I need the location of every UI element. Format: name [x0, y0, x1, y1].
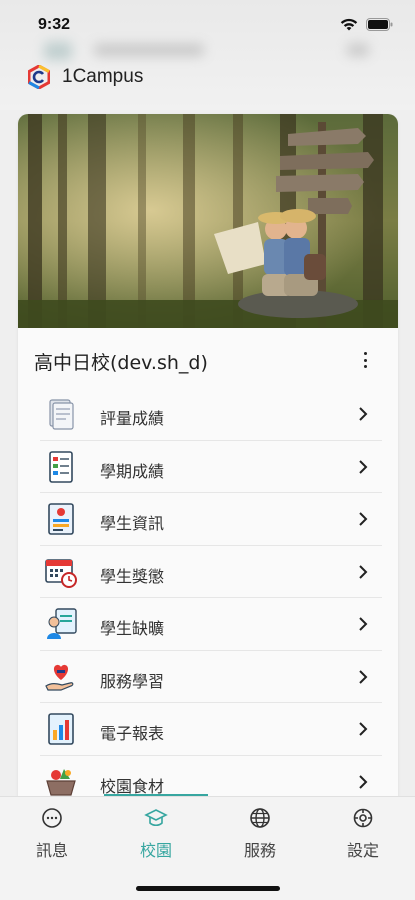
chevron-right-icon: [359, 774, 368, 789]
chevron-right-icon: [359, 459, 368, 474]
chevron-right-icon: [359, 564, 368, 579]
tab-label: 校園: [139, 841, 172, 860]
graduation-cap-icon: [144, 809, 168, 827]
battery-icon: [366, 18, 393, 31]
menu-item-student-attendance[interactable]: 學生缺曠: [40, 598, 382, 651]
app-logo-icon: [28, 65, 50, 89]
school-header: 高中日校(dev.sh_d): [18, 328, 398, 388]
campus-menu-list: 評量成績 學期成績 學生資訊 學生獎懲 學生缺曠 服務學習 電子報表 校園食材: [18, 388, 398, 808]
menu-item-label: 學期成績: [100, 461, 165, 481]
tab-label: 服務: [243, 841, 276, 860]
chevron-right-icon: [359, 512, 368, 526]
menu-item-semester-scores[interactable]: 學期成績: [40, 441, 382, 493]
calendar-clock-icon: [45, 558, 77, 588]
status-bar: 9:32: [0, 0, 415, 46]
menu-item-label: 電子報表: [100, 724, 165, 743]
exam-paper-icon: [49, 399, 74, 430]
student-id-card-icon: [48, 503, 74, 535]
globe-icon: [250, 808, 270, 828]
menu-item-label: 學生缺曠: [100, 619, 165, 638]
tab-label: 設定: [346, 841, 379, 860]
menu-item-label: 學生獎懲: [100, 566, 165, 586]
tab-campus[interactable]: 校園: [104, 807, 208, 861]
menu-item-label: 校園食材: [100, 776, 165, 796]
status-icons: [340, 18, 393, 31]
app-header: 1Campus: [28, 64, 143, 90]
active-tab-indicator: [104, 794, 208, 796]
status-time: 9:32: [38, 16, 71, 33]
tab-settings[interactable]: 設定: [311, 807, 415, 861]
menu-item-exam-scores[interactable]: 評量成績: [40, 388, 382, 441]
chevron-right-icon: [359, 617, 368, 631]
chevron-right-icon: [359, 722, 368, 736]
menu-item-student-rewards[interactable]: 學生獎懲: [40, 546, 382, 598]
menu-item-label: 服務學習: [100, 671, 165, 691]
school-name: 高中日校(dev.sh_d): [34, 352, 208, 374]
tab-messages[interactable]: 訊息: [0, 807, 104, 861]
gear-icon: [353, 808, 373, 828]
chevron-right-icon: [359, 407, 368, 421]
tab-label: 訊息: [35, 841, 68, 860]
heart-hand-icon: [45, 664, 74, 691]
menu-item-label: 評量成績: [100, 409, 165, 428]
menu-item-label: 學生資訊: [100, 514, 165, 533]
hero-image: [18, 114, 398, 328]
student-attendance-icon: [47, 608, 77, 639]
home-indicator: [136, 886, 280, 891]
menu-item-e-reports[interactable]: 電子報表: [40, 703, 382, 756]
message-bubble-icon: [42, 808, 62, 828]
bottom-tab-bar: 訊息 校園 服務 設定: [0, 794, 415, 900]
menu-item-student-info[interactable]: 學生資訊: [40, 493, 382, 546]
book-chart-icon: [48, 713, 74, 745]
wifi-icon: [340, 18, 358, 31]
more-options-icon[interactable]: [358, 350, 372, 370]
chevron-right-icon: [359, 669, 368, 684]
school-card: 高中日校(dev.sh_d) 評量成績 學期成績 學生資訊 學生獎懲 學生缺曠 …: [18, 114, 398, 814]
food-basket-icon: [46, 768, 76, 796]
menu-item-service-learning[interactable]: 服務學習: [40, 651, 382, 703]
tab-services[interactable]: 服務: [208, 807, 312, 861]
app-title: 1Campus: [62, 66, 144, 87]
report-card-icon: [49, 450, 73, 483]
